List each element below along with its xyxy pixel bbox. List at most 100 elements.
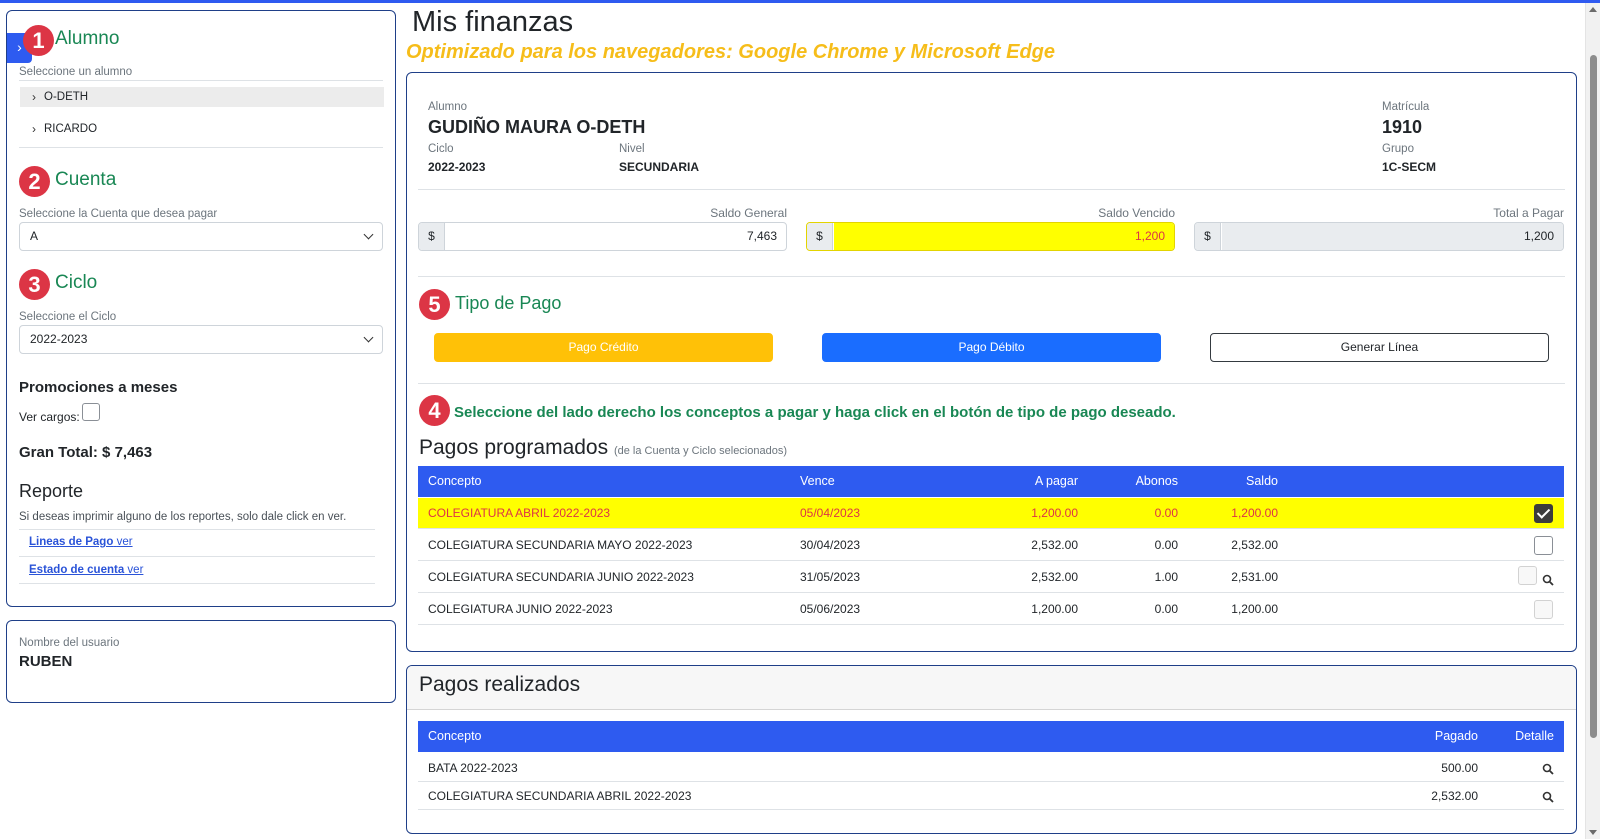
pagos-realizados-title: Pagos realizados xyxy=(419,673,581,696)
row-a-pagar: 1,200.00 xyxy=(1031,602,1078,616)
currency-prefix: $ xyxy=(807,223,833,250)
row-pagado: 500.00 xyxy=(1441,761,1478,775)
pago-credito-button[interactable]: Pago Crédito xyxy=(434,333,773,362)
ciclo-select[interactable]: 2022-2023 xyxy=(19,325,383,354)
pago-debito-button[interactable]: Pago Débito xyxy=(822,333,1161,362)
alumno-label: Alumno xyxy=(428,101,467,113)
col-pagado: Pagado xyxy=(1434,729,1478,743)
section-title-cuenta: Cuenta xyxy=(55,169,117,190)
table-row: COLEGIATURA SECUNDARIA ABRIL 2022-2023 2… xyxy=(418,782,1564,810)
saldo-general-field: $ 7,463 xyxy=(418,222,787,251)
alumno-subtitle: Seleccione un alumno xyxy=(19,66,133,78)
instruction-text: Seleccione del lado derecho los concepto… xyxy=(454,404,1176,421)
row-vence: 05/06/2023 xyxy=(800,602,861,616)
row-select-checkbox[interactable] xyxy=(1534,536,1553,555)
row-a-pagar: 2,532.00 xyxy=(1031,538,1078,552)
ver-cargos-checkbox[interactable] xyxy=(82,403,100,421)
student-item-ricardo[interactable]: › RICARDO xyxy=(20,119,384,139)
search-detail-icon[interactable] xyxy=(1542,574,1554,586)
step-badge-5: 5 xyxy=(419,289,450,320)
ciclo-value: 2022-2023 xyxy=(428,160,486,174)
grupo-value: 1C-SECM xyxy=(1382,160,1437,174)
cuenta-select[interactable]: A xyxy=(19,222,383,251)
grupo-label: Grupo xyxy=(1382,143,1414,155)
divider xyxy=(418,276,1565,277)
table-row[interactable]: COLEGIATURA SECUNDARIA JUNIO 2022-2023 3… xyxy=(418,562,1564,593)
matricula-value: 1910 xyxy=(1382,117,1423,137)
saldo-vencido-value: 1,200 xyxy=(834,223,1174,250)
col-a-pagar: A pagar xyxy=(1034,474,1078,488)
reporte-title: Reporte xyxy=(19,481,84,501)
row-concepto: COLEGIATURA JUNIO 2022-2023 xyxy=(428,602,613,616)
col-vence: Vence xyxy=(800,474,835,488)
pagos-programados-header: Concepto Vence A pagar Abonos Saldo xyxy=(418,466,1564,497)
link-label: Lineas de Pago xyxy=(29,536,114,548)
total-pagar-value: 1,200 xyxy=(1222,223,1563,250)
page-scrollbar[interactable] xyxy=(1585,3,1600,839)
scrollbar-thumb[interactable] xyxy=(1590,55,1597,738)
scroll-up-arrow-icon[interactable] xyxy=(1589,7,1597,12)
reporte-description: Si deseas imprimir alguno de los reporte… xyxy=(19,511,347,523)
user-panel: Nombre del usuario RUBEN xyxy=(6,620,396,703)
divider xyxy=(19,80,383,81)
divider xyxy=(19,147,383,148)
row-concepto: COLEGIATURA SECUNDARIA MAYO 2022-2023 xyxy=(428,538,693,552)
row-saldo: 1,200.00 xyxy=(1231,506,1278,520)
currency-prefix: $ xyxy=(419,223,445,250)
ciclo-label: Ciclo xyxy=(428,143,454,155)
table-row[interactable]: COLEGIATURA ABRIL 2022-2023 05/04/2023 1… xyxy=(418,498,1564,529)
table-row[interactable]: COLEGIATURA JUNIO 2022-2023 05/06/2023 1… xyxy=(418,594,1564,625)
row-saldo: 1,200.00 xyxy=(1231,602,1278,616)
generar-linea-button[interactable]: Generar Línea xyxy=(1210,333,1549,362)
browser-notice: Optimizado para los navegadores: Google … xyxy=(406,41,1056,63)
search-detail-icon[interactable] xyxy=(1542,763,1554,775)
alumno-name: GUDIÑO MAURA O-DETH xyxy=(428,117,646,137)
student-name: RICARDO xyxy=(44,123,98,135)
step-badge-2: 2 xyxy=(19,166,50,197)
chevron-down-icon xyxy=(363,229,374,240)
matricula-label: Matrícula xyxy=(1382,101,1430,113)
search-detail-icon[interactable] xyxy=(1542,791,1554,803)
sidebar-panel: › 1 Alumno Seleccione un alumno › O-DETH… xyxy=(6,10,396,607)
total-pagar-field: $ 1,200 xyxy=(1194,222,1564,251)
saldo-general-label: Saldo General xyxy=(710,206,787,220)
link-action: ver xyxy=(116,536,133,548)
pagos-programados-subtitle: (de la Cuenta y Ciclo selecionados) xyxy=(613,445,788,457)
ciclo-subtitle: Seleccione el Ciclo xyxy=(19,311,117,323)
row-abonos: 0.00 xyxy=(1154,602,1178,616)
divider xyxy=(19,583,375,584)
row-vence: 30/04/2023 xyxy=(800,538,861,552)
section-title-ciclo: Ciclo xyxy=(55,272,98,293)
link-estado-de-cuenta[interactable]: Estado de cuenta ver xyxy=(29,564,143,576)
user-label: Nombre del usuario xyxy=(19,637,120,649)
top-accent-line xyxy=(0,0,1600,3)
col-detalle: Detalle xyxy=(1515,729,1554,743)
scroll-down-arrow-icon[interactable] xyxy=(1589,830,1597,835)
saldo-vencido-field: $ 1,200 xyxy=(806,222,1175,251)
promociones-title: Promociones a meses xyxy=(19,379,178,396)
col-abonos: Abonos xyxy=(1135,474,1178,488)
student-item-o-deth[interactable]: › O-DETH xyxy=(20,87,384,107)
ver-cargos-label: Ver cargos: xyxy=(19,410,80,424)
row-vence: 31/05/2023 xyxy=(800,570,861,584)
row-pagado: 2,532.00 xyxy=(1431,789,1478,803)
link-lineas-de-pago[interactable]: Lineas de Pago ver xyxy=(29,536,133,548)
section-title-alumno: Alumno xyxy=(55,28,120,49)
col-concepto: Concepto xyxy=(428,729,482,743)
pagos-programados-heading: Pagos programados xyxy=(419,436,609,459)
pagos-programados-title: Pagos programados (de la Cuenta y Ciclo … xyxy=(419,436,787,460)
ciclo-selected-value: 2022-2023 xyxy=(30,332,88,346)
table-row: BATA 2022-2023 500.00 xyxy=(418,754,1564,782)
saldo-general-value: 7,463 xyxy=(746,229,777,243)
currency-prefix: $ xyxy=(1195,223,1221,250)
row-select-checkbox[interactable] xyxy=(1534,504,1553,523)
row-saldo: 2,532.00 xyxy=(1231,538,1278,552)
table-row[interactable]: COLEGIATURA SECUNDARIA MAYO 2022-2023 30… xyxy=(418,530,1564,561)
row-concepto: COLEGIATURA SECUNDARIA ABRIL 2022-2023 xyxy=(428,789,692,803)
student-name: O-DETH xyxy=(44,91,89,103)
row-select-checkbox-disabled xyxy=(1518,566,1537,585)
chevron-right-icon: › xyxy=(32,90,36,104)
step-badge-1: 1 xyxy=(23,25,54,56)
total-pagar-label: Total a Pagar xyxy=(1493,206,1564,220)
cuenta-selected-value: A xyxy=(30,229,39,243)
